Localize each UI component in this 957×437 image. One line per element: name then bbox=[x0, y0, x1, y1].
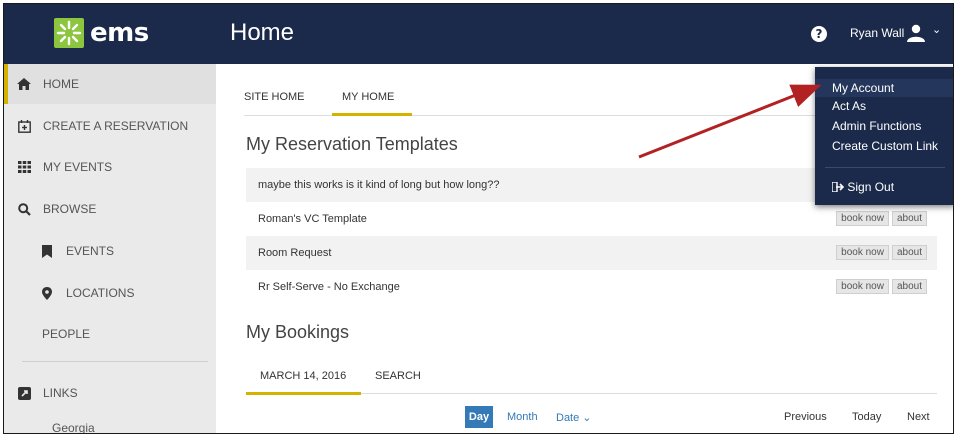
sign-out-icon bbox=[831, 181, 845, 193]
calendar-plus-icon bbox=[17, 119, 31, 133]
tab-booking-search[interactable]: SEARCH bbox=[375, 370, 421, 382]
template-actions: book now about bbox=[836, 279, 927, 294]
template-row[interactable]: Rr Self-Serve - No Exchange book now abo… bbox=[246, 270, 937, 304]
template-actions: book now about bbox=[836, 245, 927, 260]
menu-divider bbox=[825, 167, 945, 168]
map-marker-icon bbox=[40, 286, 54, 300]
sidebar-item-label: MY EVENTS bbox=[43, 160, 113, 174]
top-bar: ems Home ? Ryan Wall ⌄ bbox=[4, 4, 953, 64]
menu-item-admin-functions[interactable]: Admin Functions bbox=[832, 119, 921, 133]
user-name[interactable]: Ryan Wall bbox=[850, 26, 904, 40]
sidebar-item-label: LINKS bbox=[43, 386, 78, 400]
menu-item-my-account[interactable]: My Account bbox=[815, 79, 953, 97]
sidebar: HOME CREATE A RESERVATION MY EVENTS BROW… bbox=[4, 64, 216, 433]
about-button[interactable]: about bbox=[891, 279, 927, 294]
templates-heading: My Reservation Templates bbox=[246, 134, 458, 154]
book-now-button[interactable]: book now bbox=[836, 279, 889, 294]
user-menu-dropdown: My Account Act As Admin Functions Create… bbox=[815, 67, 953, 205]
sidebar-divider bbox=[22, 361, 208, 362]
search-icon bbox=[17, 202, 31, 216]
booking-tabs: MARCH 14, 2016 SEARCH bbox=[246, 354, 937, 395]
about-button[interactable]: about bbox=[891, 211, 927, 226]
sidebar-item-browse[interactable]: BROWSE bbox=[4, 189, 216, 229]
template-actions: book now about bbox=[836, 211, 927, 226]
sidebar-item-people[interactable]: PEOPLE bbox=[42, 327, 90, 341]
bookings-heading: My Bookings bbox=[246, 322, 350, 342]
menu-item-sign-out[interactable]: Sign Out bbox=[831, 180, 895, 194]
logo-text: ems bbox=[90, 18, 149, 48]
date-picker-link[interactable]: Date ⌄ bbox=[556, 411, 592, 424]
book-now-button[interactable]: book now bbox=[836, 245, 889, 260]
sidebar-item-label: HOME bbox=[43, 77, 79, 91]
active-tab-indicator bbox=[332, 113, 412, 116]
template-name[interactable]: maybe this works is it kind of long but … bbox=[258, 179, 500, 191]
tab-booking-date[interactable]: MARCH 14, 2016 bbox=[260, 370, 346, 382]
help-icon[interactable]: ? bbox=[811, 26, 827, 42]
month-view-link[interactable]: Month bbox=[507, 411, 538, 423]
page-title: Home bbox=[230, 19, 295, 46]
menu-item-act-as[interactable]: Act As bbox=[832, 99, 866, 113]
logo-area[interactable]: ems bbox=[4, 4, 216, 64]
template-row[interactable]: Room Request book now about bbox=[246, 236, 937, 270]
sidebar-item-locations[interactable]: LOCATIONS bbox=[4, 273, 216, 313]
sidebar-item-label: CREATE A RESERVATION bbox=[43, 119, 189, 133]
ems-logo[interactable]: ems bbox=[54, 18, 149, 48]
sidebar-item-label: BROWSE bbox=[43, 202, 97, 216]
active-booking-tab-indicator bbox=[246, 392, 361, 395]
about-button[interactable]: about bbox=[891, 245, 927, 260]
menu-item-create-custom-link[interactable]: Create Custom Link bbox=[832, 139, 938, 153]
day-view-button[interactable]: Day bbox=[465, 406, 493, 428]
template-name[interactable]: Room Request bbox=[258, 247, 331, 259]
previous-link[interactable]: Previous bbox=[784, 411, 827, 423]
sunburst-icon bbox=[54, 18, 84, 48]
external-link-icon bbox=[17, 386, 31, 400]
menu-item-label: Sign Out bbox=[847, 180, 895, 194]
tab-site-home[interactable]: SITE HOME bbox=[244, 91, 305, 103]
book-now-button[interactable]: book now bbox=[836, 211, 889, 226]
sidebar-item-home[interactable]: HOME bbox=[4, 64, 216, 104]
tab-my-home[interactable]: MY HOME bbox=[342, 91, 394, 103]
app-window: ems Home ? Ryan Wall ⌄ HOME CREATE A RES… bbox=[3, 3, 954, 434]
template-name[interactable]: Roman's VC Template bbox=[258, 213, 367, 225]
template-row[interactable]: Roman's VC Template book now about bbox=[246, 202, 937, 236]
home-icon bbox=[17, 77, 31, 91]
sidebar-item-label: LOCATIONS bbox=[66, 286, 135, 300]
sidebar-item-events[interactable]: EVENTS bbox=[4, 231, 216, 271]
grid-icon bbox=[17, 160, 31, 174]
bookmark-icon bbox=[40, 244, 54, 258]
user-icon[interactable] bbox=[906, 24, 926, 46]
sidebar-item-my-events[interactable]: MY EVENTS bbox=[4, 147, 216, 187]
sidebar-item-links[interactable]: LINKS bbox=[4, 373, 216, 413]
sidebar-link-georgia[interactable]: Georgia bbox=[52, 421, 95, 433]
next-link[interactable]: Next bbox=[907, 411, 930, 423]
today-link[interactable]: Today bbox=[852, 411, 881, 423]
chevron-down-icon[interactable]: ⌄ bbox=[932, 23, 941, 36]
template-name[interactable]: Rr Self-Serve - No Exchange bbox=[258, 281, 400, 293]
sidebar-item-label: EVENTS bbox=[66, 244, 115, 258]
sidebar-item-create-reservation[interactable]: CREATE A RESERVATION bbox=[4, 106, 216, 146]
